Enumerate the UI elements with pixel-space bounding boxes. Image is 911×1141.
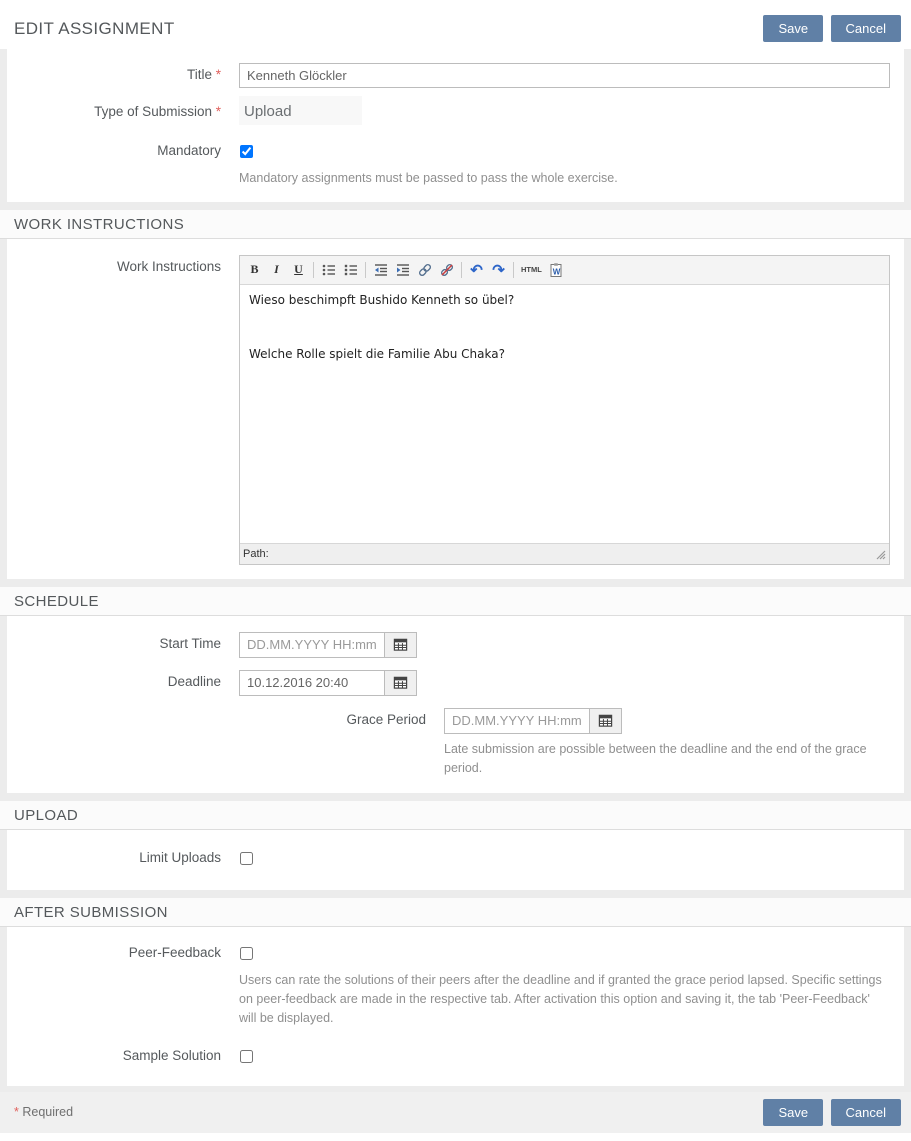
toolbar-separator xyxy=(513,262,514,278)
page-bottom-spacer xyxy=(0,1133,911,1141)
editor-content[interactable]: Wieso beschimpft Bushido Kenneth so übel… xyxy=(240,285,889,543)
editor-path-label: Path: xyxy=(243,548,269,560)
grace-period-byline: Late submission are possible between the… xyxy=(444,740,890,778)
peer-feedback-row: Peer-Feedback Users can rate the solutio… xyxy=(7,933,904,1033)
ordered-list-icon[interactable] xyxy=(340,260,361,280)
title-label: Title * xyxy=(7,63,239,88)
sample-solution-row: Sample Solution xyxy=(7,1034,904,1078)
peer-feedback-byline: Users can rate the solutions of their pe… xyxy=(239,971,890,1027)
italic-icon[interactable]: I xyxy=(266,260,287,280)
work-instructions-editor: B I U xyxy=(239,255,890,565)
form-footer: * Required Save Cancel xyxy=(0,1092,911,1133)
edit-assignment-form: Title * Type of Submission * Upload Mand… xyxy=(0,49,911,1133)
editor-paragraph: Wieso beschimpft Bushido Kenneth so übel… xyxy=(249,291,880,309)
deadline-row: Deadline xyxy=(7,666,904,700)
outdent-icon[interactable] xyxy=(370,260,391,280)
work-instructions-heading: WORK INSTRUCTIONS xyxy=(0,210,911,239)
header-actions: Save Cancel xyxy=(760,15,901,42)
limit-uploads-row: Limit Uploads xyxy=(7,836,904,882)
indent-icon[interactable] xyxy=(392,260,413,280)
redo-icon[interactable]: ↷ xyxy=(488,260,509,280)
deadline-calendar-button[interactable] xyxy=(384,670,417,696)
after-submission-heading: AFTER SUBMISSION xyxy=(0,898,911,927)
cancel-button[interactable]: Cancel xyxy=(831,1099,901,1126)
toolbar-separator xyxy=(313,262,314,278)
deadline-label: Deadline xyxy=(7,670,239,696)
work-instructions-section: Work Instructions B I U xyxy=(7,239,904,579)
title-input[interactable] xyxy=(239,63,890,88)
submission-type-label: Type of Submission * xyxy=(7,100,239,125)
html-source-icon[interactable]: HTML xyxy=(518,260,545,280)
remove-link-icon[interactable] xyxy=(436,260,457,280)
footer-actions: Save Cancel xyxy=(760,1099,901,1126)
general-section: Title * Type of Submission * Upload Mand… xyxy=(7,49,904,202)
mandatory-checkbox[interactable] xyxy=(240,145,253,158)
svg-text:W: W xyxy=(553,267,561,276)
insert-link-icon[interactable] xyxy=(414,260,435,280)
after-submission-section: Peer-Feedback Users can rate the solutio… xyxy=(7,927,904,1085)
deadline-input[interactable] xyxy=(239,670,385,696)
sample-solution-label: Sample Solution xyxy=(7,1046,239,1068)
editor-paragraph: Welche Rolle spielt die Familie Abu Chak… xyxy=(249,345,880,363)
upload-section: Limit Uploads xyxy=(7,830,904,890)
mandatory-byline: Mandatory assignments must be passed to … xyxy=(239,169,890,188)
editor-toolbar: B I U xyxy=(240,256,889,285)
toolbar-separator xyxy=(461,262,462,278)
page-title: EDIT ASSIGNMENT xyxy=(14,19,175,39)
form-header: EDIT ASSIGNMENT Save Cancel xyxy=(0,0,911,49)
bold-icon[interactable]: B xyxy=(244,260,265,280)
editor-statusbar: Path: xyxy=(240,543,889,564)
cancel-button[interactable]: Cancel xyxy=(831,15,901,42)
required-star: * xyxy=(14,1105,19,1119)
submission-type-row: Type of Submission * Upload xyxy=(7,94,904,131)
schedule-section: Start Time Deadline xyxy=(7,616,904,794)
grace-period-row: Grace Period Late submission are possibl… xyxy=(7,704,904,782)
unordered-list-icon[interactable] xyxy=(318,260,339,280)
work-instructions-label: Work Instructions xyxy=(7,255,239,565)
mandatory-label: Mandatory xyxy=(7,141,239,188)
peer-feedback-checkbox[interactable] xyxy=(240,947,253,960)
save-button[interactable]: Save xyxy=(763,1099,823,1126)
required-note: * Required xyxy=(14,1105,73,1119)
work-instructions-row: Work Instructions B I U xyxy=(7,245,904,571)
limit-uploads-checkbox[interactable] xyxy=(240,852,253,865)
required-star: * xyxy=(216,67,221,82)
schedule-heading: SCHEDULE xyxy=(0,587,911,616)
start-time-calendar-button[interactable] xyxy=(384,632,417,658)
save-button[interactable]: Save xyxy=(763,15,823,42)
mandatory-row: Mandatory Mandatory assignments must be … xyxy=(7,131,904,194)
underline-icon[interactable]: U xyxy=(288,260,309,280)
sample-solution-checkbox[interactable] xyxy=(240,1050,253,1063)
upload-heading: UPLOAD xyxy=(0,801,911,830)
start-time-row: Start Time xyxy=(7,622,904,662)
start-time-label: Start Time xyxy=(7,632,239,658)
peer-feedback-label: Peer-Feedback xyxy=(7,943,239,1027)
start-time-input[interactable] xyxy=(239,632,385,658)
title-row: Title * xyxy=(7,55,904,94)
editor-blank-line xyxy=(249,309,880,345)
grace-period-calendar-button[interactable] xyxy=(589,708,622,734)
submission-type-value: Upload xyxy=(239,96,362,125)
undo-icon[interactable]: ↶ xyxy=(466,260,487,280)
limit-uploads-label: Limit Uploads xyxy=(7,848,239,870)
required-star: * xyxy=(216,104,221,119)
paste-from-word-icon[interactable]: W xyxy=(546,260,567,280)
toolbar-separator xyxy=(365,262,366,278)
grace-period-label: Grace Period xyxy=(7,708,444,778)
resize-handle-icon[interactable] xyxy=(874,548,886,560)
grace-period-input[interactable] xyxy=(444,708,590,734)
